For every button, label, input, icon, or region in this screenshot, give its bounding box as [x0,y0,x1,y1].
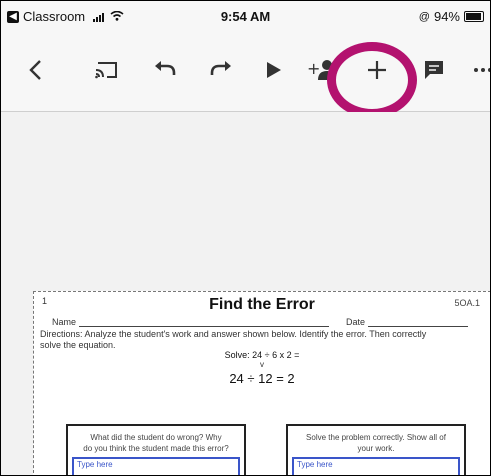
cast-icon[interactable] [93,55,121,85]
solve-prompt: Solve: 24 ÷ 6 x 2 = [224,350,300,360]
back-chevron-icon[interactable] [25,55,45,85]
type-here-field-right[interactable]: Type here [292,457,460,475]
toolbar: + [1,31,490,118]
app-frame: ◀ Classroom 9:54 AM @ 94% + 1 5OA.1 Find… [0,0,491,476]
date-line: Date [346,317,468,327]
status-time: 9:54 AM [220,9,271,24]
solve-question-box: Solve the problem correctly. Show all of… [286,424,466,475]
date-label: Date [346,317,366,327]
battery-icon [464,11,484,22]
error-question-box: What did the student do wrong? Why do yo… [66,424,246,475]
name-line: Name [52,317,329,327]
worksheet-page[interactable]: 1 5OA.1 Find the Error Name Date Directi… [33,291,490,475]
worksheet-title: Find the Error [209,296,315,313]
undo-icon[interactable] [151,55,179,85]
box-right-q2: your work. [357,444,395,453]
battery-percent: 94% [433,9,460,24]
type-here-field-left[interactable]: Type here [72,457,240,475]
status-bar: ◀ Classroom 9:54 AM @ 94% [1,1,490,31]
directions-line-2: solve the equation. [40,340,116,350]
directions-line-1: Directions: Analyze the student's work a… [40,329,427,339]
play-icon[interactable] [263,55,285,85]
highlight-circle [327,42,417,118]
comment-icon[interactable] [421,55,447,85]
name-label: Name [52,317,77,327]
arrow-mark: v [260,360,264,369]
svg-text:+: + [307,59,320,78]
orientation-lock-icon: @ [418,10,430,23]
status-right: @ 94% [419,9,484,24]
box-left-q2: do you think the student made this error… [83,444,229,453]
student-work: 24 ÷ 12 = 2 [229,371,295,386]
redo-icon[interactable] [207,55,235,85]
more-icon[interactable] [473,55,490,85]
box-left-q1: What did the student do wrong? Why [90,433,222,442]
box-right-q1: Solve the problem correctly. Show all of [306,433,446,442]
